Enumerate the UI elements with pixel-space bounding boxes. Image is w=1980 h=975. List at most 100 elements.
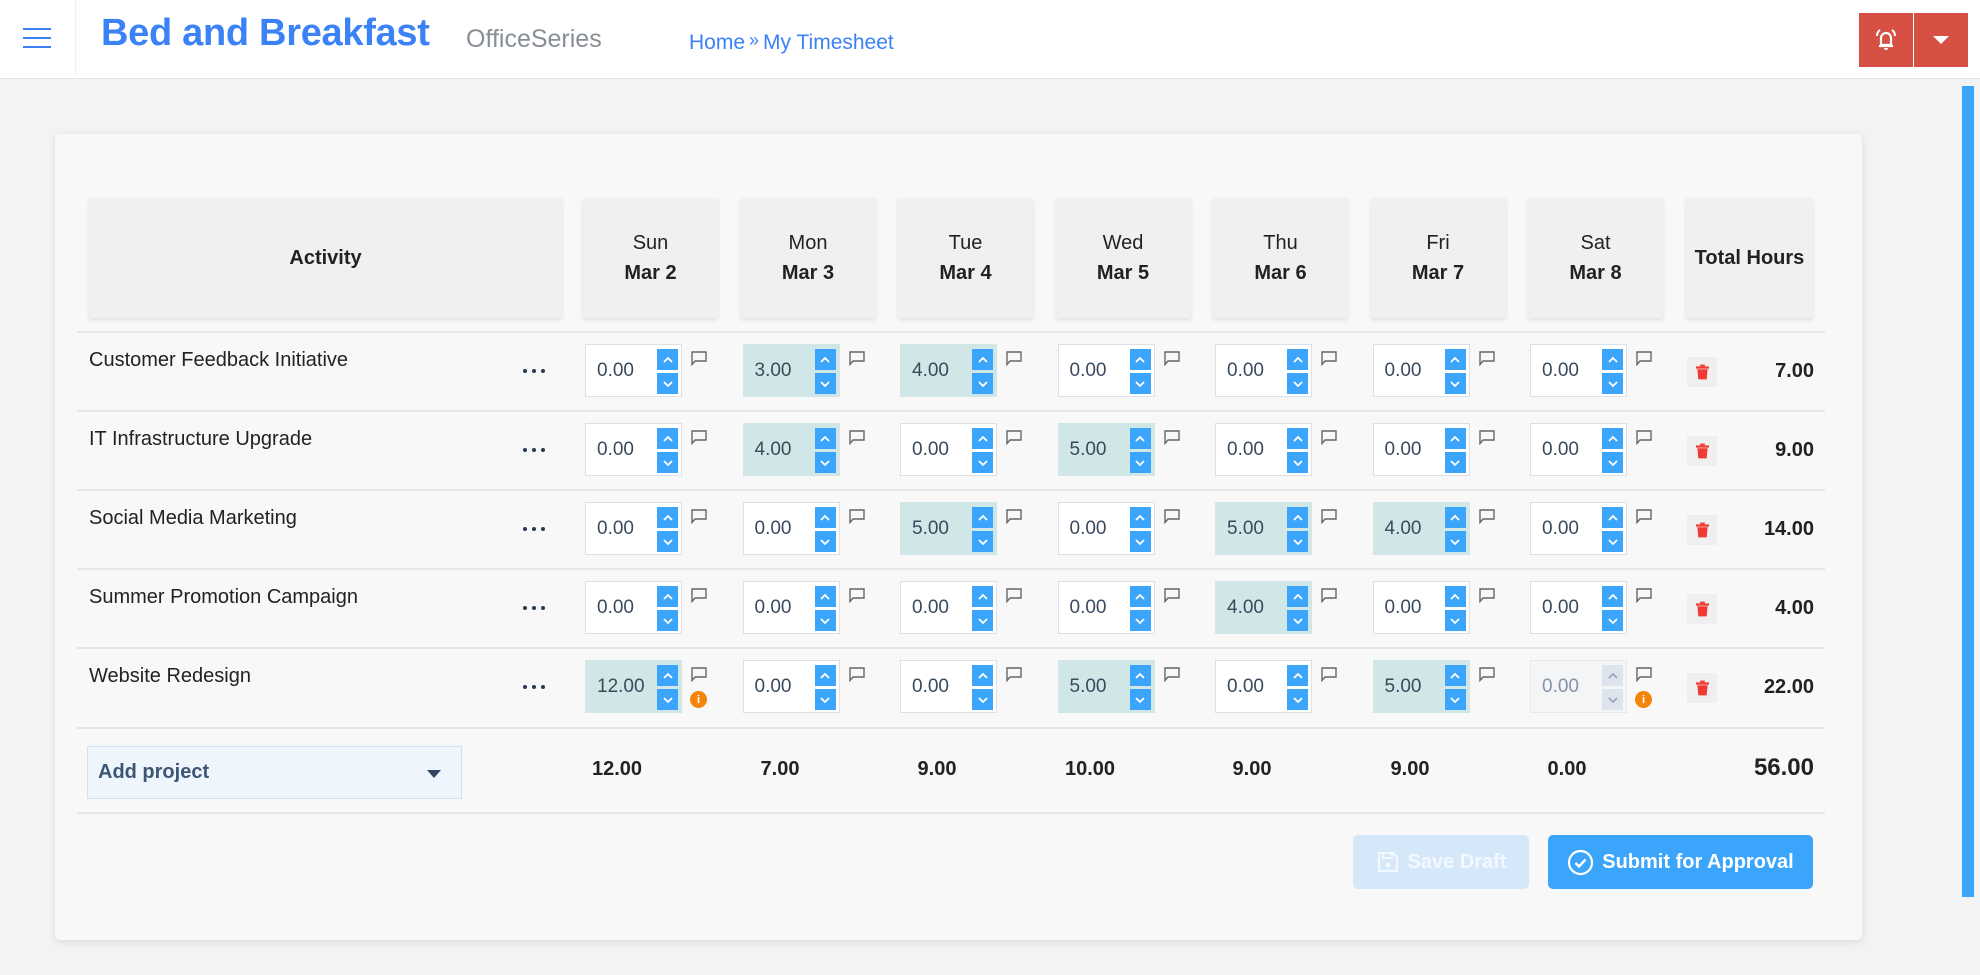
decrement-button[interactable] (814, 531, 836, 552)
comment-icon[interactable] (848, 588, 865, 604)
decrement-button[interactable] (814, 373, 836, 394)
hours-input[interactable] (1530, 423, 1627, 476)
hours-input[interactable] (1215, 423, 1312, 476)
comment-icon[interactable] (1478, 509, 1495, 525)
increment-button[interactable] (1129, 349, 1151, 370)
delete-row-button[interactable] (1687, 357, 1717, 387)
hours-input[interactable] (585, 502, 682, 555)
hours-value[interactable] (1058, 674, 1127, 699)
hours-value[interactable] (1531, 437, 1599, 462)
hours-input[interactable] (1530, 581, 1627, 634)
decrement-button[interactable] (1602, 610, 1623, 631)
hours-input[interactable] (1372, 344, 1470, 397)
notifications-button[interactable] (1859, 13, 1913, 67)
hours-input[interactable] (1215, 581, 1312, 634)
hours-input[interactable] (1372, 502, 1470, 555)
hours-input[interactable] (1530, 502, 1627, 555)
comment-icon[interactable] (1006, 351, 1022, 367)
comment-icon[interactable] (848, 430, 865, 446)
increment-button[interactable] (1602, 428, 1623, 449)
hours-value[interactable] (1216, 516, 1284, 541)
decrement-button[interactable] (657, 610, 678, 631)
hours-value[interactable] (1373, 595, 1442, 620)
comment-icon[interactable] (1636, 509, 1652, 525)
decrement-button[interactable] (1129, 610, 1151, 631)
hours-input[interactable] (900, 344, 997, 397)
increment-button[interactable] (1444, 349, 1466, 370)
hours-input[interactable] (1215, 344, 1312, 397)
comment-icon[interactable] (1636, 430, 1652, 446)
decrement-button[interactable] (1444, 689, 1466, 710)
hours-input[interactable] (1057, 660, 1155, 713)
decrement-button[interactable] (1602, 373, 1623, 394)
decrement-button[interactable] (1129, 531, 1151, 552)
hours-value[interactable] (743, 674, 812, 699)
increment-button[interactable] (1602, 349, 1623, 370)
hours-input[interactable] (585, 660, 682, 713)
comment-icon[interactable] (848, 351, 865, 367)
hours-value[interactable] (1373, 674, 1442, 699)
decrement-button[interactable] (972, 373, 993, 394)
hours-value[interactable] (901, 358, 969, 383)
increment-button[interactable] (1444, 665, 1466, 686)
hours-value[interactable] (1531, 358, 1599, 383)
hours-input[interactable] (900, 660, 997, 713)
delete-row-button[interactable] (1687, 436, 1717, 466)
decrement-button[interactable] (1444, 531, 1466, 552)
comment-icon[interactable] (1478, 430, 1495, 446)
decrement-button[interactable] (1287, 373, 1308, 394)
increment-button[interactable] (814, 349, 836, 370)
increment-button[interactable] (657, 586, 678, 607)
info-warning-icon[interactable]: i (690, 691, 707, 708)
comment-icon[interactable] (1478, 351, 1495, 367)
increment-button[interactable] (1129, 586, 1151, 607)
hours-value[interactable] (743, 437, 812, 462)
hours-input[interactable] (585, 423, 682, 476)
increment-button[interactable] (657, 507, 678, 528)
increment-button[interactable] (1444, 428, 1466, 449)
decrement-button[interactable] (1129, 689, 1151, 710)
hours-value[interactable] (586, 437, 654, 462)
comment-icon[interactable] (691, 430, 707, 446)
increment-button[interactable] (657, 665, 678, 686)
decrement-button[interactable] (972, 531, 993, 552)
hours-value[interactable] (1216, 358, 1284, 383)
comment-icon[interactable] (1321, 509, 1337, 525)
hours-value[interactable] (1531, 595, 1599, 620)
user-menu-dropdown[interactable] (1914, 13, 1968, 67)
hours-input[interactable] (1372, 423, 1470, 476)
increment-button[interactable] (1129, 428, 1151, 449)
hours-value[interactable] (901, 437, 969, 462)
hours-input[interactable] (1057, 502, 1155, 555)
decrement-button[interactable] (814, 452, 836, 473)
increment-button[interactable] (972, 507, 993, 528)
hours-value[interactable] (901, 595, 969, 620)
hours-value[interactable] (1216, 437, 1284, 462)
info-warning-icon[interactable]: i (1635, 691, 1652, 708)
increment-button[interactable] (972, 428, 993, 449)
comment-icon[interactable] (1163, 351, 1180, 367)
more-options-icon[interactable] (520, 598, 548, 618)
save-draft-button[interactable]: Save Draft (1353, 835, 1529, 889)
hours-input[interactable] (742, 581, 840, 634)
comment-icon[interactable] (1163, 667, 1180, 683)
hours-input[interactable] (1215, 502, 1312, 555)
decrement-button[interactable] (1602, 531, 1623, 552)
hours-value[interactable] (1058, 437, 1127, 462)
more-options-icon[interactable] (520, 440, 548, 460)
hours-input[interactable] (1530, 344, 1627, 397)
increment-button[interactable] (1287, 665, 1308, 686)
increment-button[interactable] (1602, 507, 1623, 528)
decrement-button[interactable] (1129, 373, 1151, 394)
increment-button[interactable] (657, 349, 678, 370)
hours-value[interactable] (586, 516, 654, 541)
hours-value[interactable] (1373, 358, 1442, 383)
hours-value[interactable] (586, 358, 654, 383)
increment-button[interactable] (1287, 349, 1308, 370)
decrement-button[interactable] (814, 610, 836, 631)
hours-input[interactable] (1372, 660, 1470, 713)
comment-icon[interactable] (1321, 351, 1337, 367)
delete-row-button[interactable] (1687, 673, 1717, 703)
breadcrumb-my-timesheet[interactable]: My Timesheet (763, 31, 894, 54)
increment-button[interactable] (814, 665, 836, 686)
